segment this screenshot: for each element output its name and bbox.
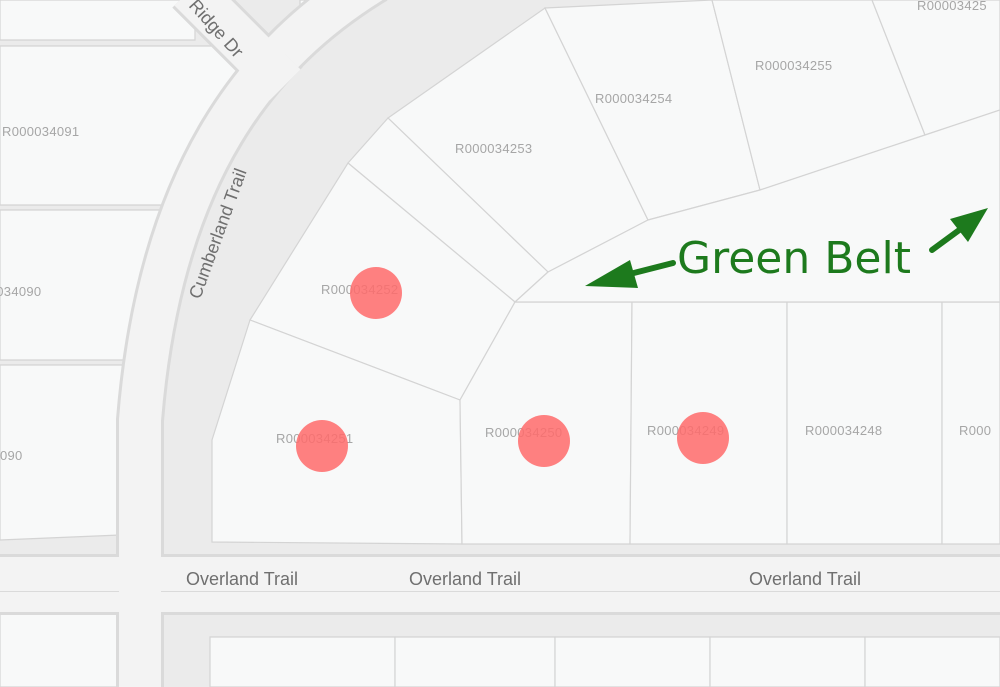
marker-dot[interactable] bbox=[350, 267, 402, 319]
map-view[interactable]: Ridge Dr Cumberland Trail Overland Trail… bbox=[0, 0, 1000, 687]
parcel[interactable] bbox=[709, 636, 866, 687]
parcel[interactable] bbox=[0, 0, 196, 41]
parcel[interactable] bbox=[394, 636, 556, 687]
green-belt-label: Green Belt bbox=[677, 233, 911, 284]
parcel[interactable] bbox=[554, 636, 711, 687]
marker-dot[interactable] bbox=[296, 420, 348, 472]
map-canvas[interactable]: Ridge Dr Cumberland Trail Overland Trail… bbox=[0, 0, 1000, 687]
parcel-label: R000 bbox=[959, 423, 991, 438]
parcel-label: R000034253 bbox=[455, 141, 532, 156]
road-label-overland-trail: Overland Trail bbox=[409, 569, 521, 589]
parcel-label: R000034090 bbox=[0, 284, 41, 299]
parcel-label: R00003425 bbox=[917, 0, 987, 13]
parcel-label: 090 bbox=[0, 448, 23, 463]
road-label-overland-trail: Overland Trail bbox=[186, 569, 298, 589]
marker-dot[interactable] bbox=[677, 412, 729, 464]
parcel-label: R000034254 bbox=[595, 91, 672, 106]
marker-dot[interactable] bbox=[518, 415, 570, 467]
parcel[interactable] bbox=[864, 636, 1000, 687]
parcel-label: R000034255 bbox=[755, 58, 832, 73]
road-label-overland-trail: Overland Trail bbox=[749, 569, 861, 589]
parcel[interactable] bbox=[209, 636, 396, 687]
parcel[interactable] bbox=[0, 609, 121, 687]
parcel-label: R000034091 bbox=[2, 124, 79, 139]
parcel-label: R000034248 bbox=[805, 423, 882, 438]
